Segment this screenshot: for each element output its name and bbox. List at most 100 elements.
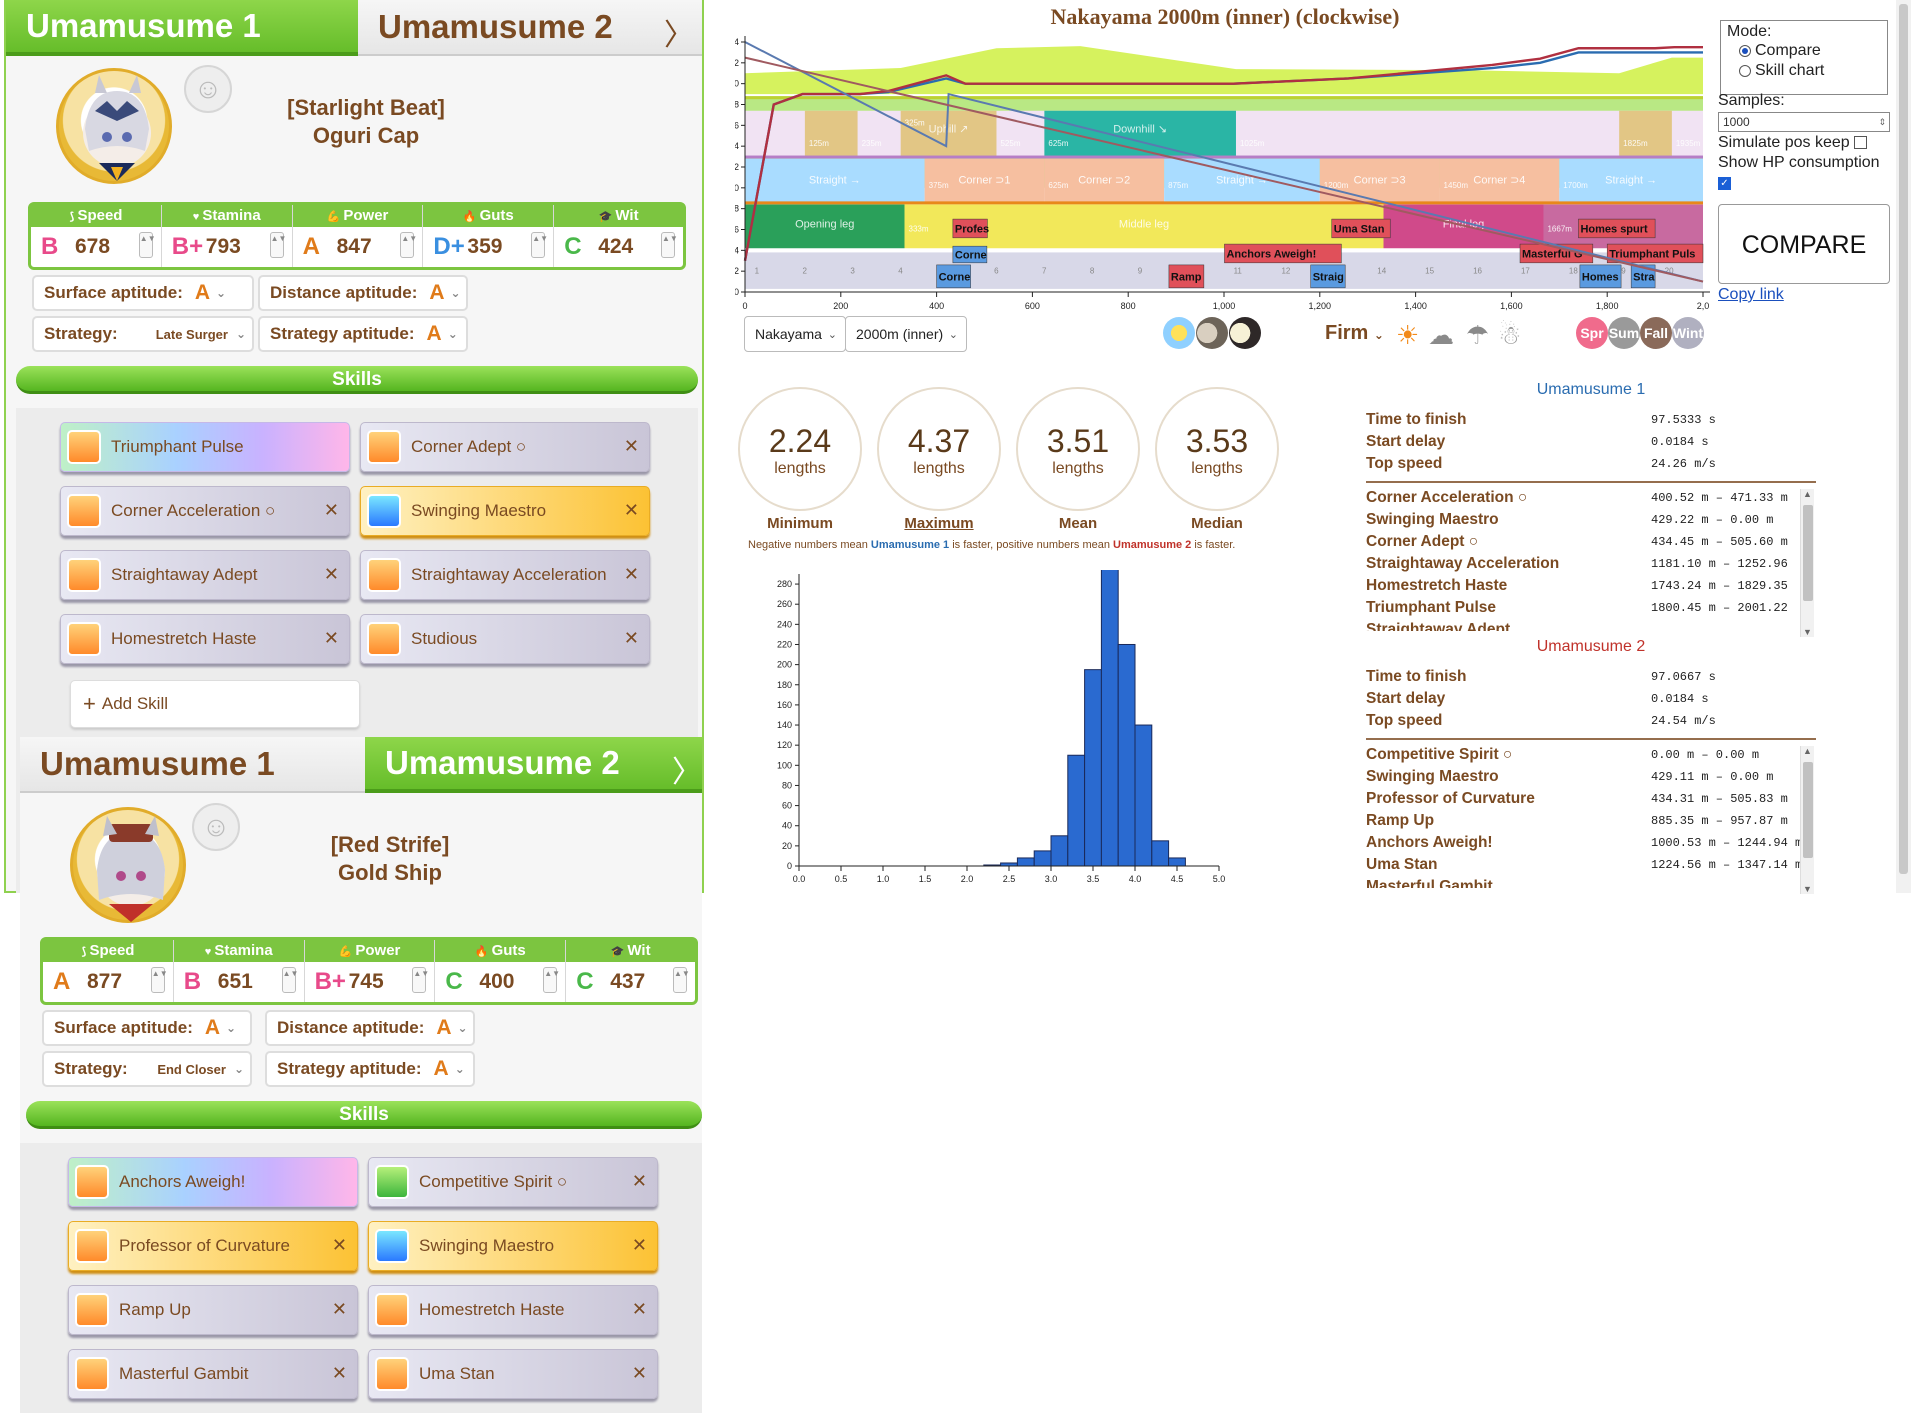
remove-skill-icon[interactable]: ✕ [632,1363,647,1384]
results1-scrollbar[interactable]: ▲ ▼ [1800,489,1814,637]
ground-value: Firm [1325,322,1369,344]
scrollbar-thumb[interactable] [1803,505,1813,601]
skill-item[interactable]: Uma Stan ✕ [368,1349,658,1399]
remove-skill-icon[interactable]: ✕ [332,1363,347,1384]
scrollbar-thumb[interactable] [1803,762,1813,858]
skill-item[interactable]: Corner Adept ○ ✕ [360,422,650,472]
skill-item[interactable]: Ramp Up ✕ [68,1285,358,1335]
results1-skill-list[interactable]: Corner Acceleration ○ 400.52 m – 471.33 m… [0,489,1830,631]
course-chart[interactable]: Uphill ↗ Downhill ↘ Straight → Corner ⊃1 Cor… [735,30,1710,320]
remove-skill-icon[interactable]: ✕ [624,436,639,457]
scroll-up-icon[interactable]: ▲ [1803,746,1812,756]
season-fall-button[interactable]: Fall [1640,317,1672,349]
skill-name: Corner Adept ○ [411,437,527,456]
stepper-icon[interactable]: ▲▼ [543,967,560,993]
page-scrollbar-thumb[interactable] [1899,4,1908,874]
remove-skill-icon[interactable]: ✕ [632,1299,647,1320]
uma1-surface-aptitude[interactable]: Surface aptitude: A ⌄ [32,275,254,311]
uma1-distance-aptitude[interactable]: Distance aptitude: A ⌄ [258,275,468,311]
samples-input[interactable]: 1000 ⇕ [1718,112,1890,132]
season-summer-button[interactable]: Sum [1608,317,1640,349]
strategy-aptitude-grade: A [426,322,442,345]
page-scrollbar[interactable] [1896,0,1911,893]
uma1-strategy[interactable]: Strategy: Late Surger ⌄ [32,316,254,352]
stat-grade: D+ [433,233,465,260]
add-skill-button[interactable]: + Add Skill [70,680,360,728]
mode-skill-chart-radio[interactable]: Skill chart [1739,61,1881,81]
tab-next-arrow-icon[interactable]: 〉 [664,10,694,54]
stat-label: Speed [89,942,135,959]
results2-skill-list[interactable]: Competitive Spirit ○ 0.00 m – 0.00 m Swing… [0,746,1830,888]
weather-rainy-icon[interactable]: ☂ [1466,320,1489,351]
uma1-skill-bar-label: Homes [1582,271,1619,283]
distance-select[interactable]: 2000m (inner) ⌄ [845,316,967,352]
mode-compare-radio[interactable]: Compare [1739,41,1881,61]
time-dusk-icon[interactable] [1196,317,1228,349]
weather-snowy-icon[interactable]: ☃ [1498,320,1521,351]
remove-skill-icon[interactable]: ✕ [632,1171,647,1192]
scroll-down-icon[interactable]: ▼ [1803,627,1812,637]
skill-item[interactable]: Swinging Maestro ✕ [368,1221,658,1271]
uma1-portrait[interactable] [56,68,172,184]
skill-item[interactable]: Masterful Gambit ✕ [68,1349,358,1399]
section-number: 11 [1234,266,1243,275]
time-morning-icon[interactable] [1163,317,1195,349]
skill-result-label: Corner Acceleration ○ [1366,489,1528,506]
skill-result-label: Swinging Maestro [1366,768,1499,785]
results2-scrollbar[interactable]: ▲ ▼ [1800,746,1814,894]
hp-checkbox[interactable]: ✓ [1718,177,1731,191]
stepper-icon[interactable]: ▲▼ [673,967,690,993]
stepper-icon[interactable]: ▲▼ [269,232,286,258]
stepper-icon[interactable]: ▲▼ [138,232,156,258]
ground-select[interactable]: Firm ⌄ [1325,322,1384,345]
time-night-icon[interactable] [1229,317,1261,349]
skill-orange-icon [75,1229,109,1263]
result-label: Time to finish [1366,668,1467,685]
skill-item[interactable]: Anchors Aweigh! [68,1157,358,1207]
uma2-strategy-aptitude[interactable]: Strategy aptitude: A ⌄ [265,1051,475,1087]
section-label: Straight → [1216,175,1268,187]
pos-keep-checkbox[interactable] [1853,136,1867,150]
skill-item[interactable]: Homestretch Haste ✕ [368,1285,658,1335]
x-tick-label: 1,600 [1500,301,1523,311]
uma2-strategy[interactable]: Strategy: End Closer ⌄ [42,1051,252,1087]
uma1-strategy-aptitude[interactable]: Strategy aptitude: A ⌄ [258,316,468,352]
skill-item[interactable]: Competitive Spirit ○ ✕ [368,1157,658,1207]
compare-button[interactable]: COMPARE [1718,204,1890,284]
pos-keep-label: Simulate pos keep [1718,134,1850,151]
season-winter-button[interactable]: Wint [1672,317,1704,349]
track-select[interactable]: Nakayama ⌄ [744,316,846,352]
skill-orange-icon [75,1293,109,1327]
stepper-icon[interactable]: ▲▼ [281,967,298,993]
stepper-icon[interactable]: ▲▼ [150,967,168,993]
remove-skill-icon[interactable]: ✕ [332,1299,347,1320]
remove-skill-icon[interactable]: ✕ [332,1235,347,1256]
skill-item[interactable]: Triumphant Pulse [60,422,350,472]
slope-divider [745,155,1703,159]
stepper-icon[interactable]: ▲▼ [661,232,678,258]
remove-skill-icon[interactable]: ✕ [324,628,339,649]
weather-cloudy-icon[interactable]: ☁ [1428,320,1454,351]
uma2-distance-aptitude[interactable]: Distance aptitude: A ⌄ [265,1010,475,1046]
stepper-icon[interactable]: ▲▼ [412,967,429,993]
remove-skill-icon[interactable]: ✕ [624,628,639,649]
scroll-up-icon[interactable]: ▲ [1803,489,1812,499]
copy-link[interactable]: Copy link [1718,286,1784,304]
x-tick-label: 400 [929,301,944,311]
uma2-surface-aptitude[interactable]: Surface aptitude: A ⌄ [42,1010,252,1046]
tab-umamusume-2[interactable]: Umamusume 2 [358,0,702,56]
remove-skill-icon[interactable]: ✕ [632,1235,647,1256]
stat-stamina: ♥ Stamina B+ 793 ▲▼ [161,205,293,267]
tab-umamusume-1[interactable]: Umamusume 1 [6,0,358,56]
skill-item[interactable]: Professor of Curvature ✕ [68,1221,358,1271]
stepper-icon[interactable]: ▲▼ [531,232,548,258]
weather-sunny-icon[interactable]: ☀ [1396,320,1419,351]
phase-label: Opening leg [795,218,854,230]
skill-name: Homestretch Haste [419,1300,565,1319]
mode-skill-label: Skill chart [1755,62,1825,79]
stepper-icon[interactable]: ▲▼ [400,232,417,258]
stepper-icon[interactable]: ⇕ [1878,113,1886,131]
scroll-down-icon[interactable]: ▼ [1803,884,1812,894]
season-spring-button[interactable]: Spr [1576,317,1608,349]
chevron-down-icon: ⌄ [235,327,246,341]
